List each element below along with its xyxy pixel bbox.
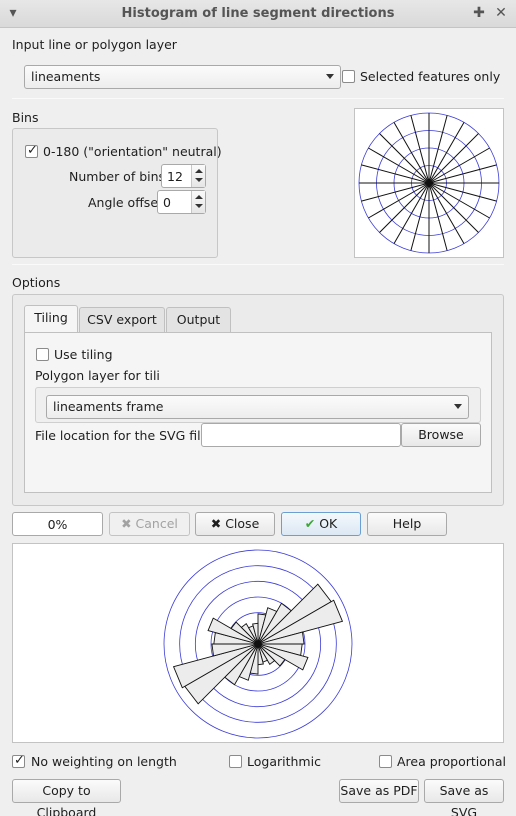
copy-label: Copy to Clipboard (36, 783, 97, 816)
save-svg-label: Save as SVG (439, 783, 489, 816)
cancel-label: Cancel (135, 516, 178, 531)
tab-label: Output (176, 312, 221, 327)
pin-icon[interactable]: ✚ (470, 4, 488, 22)
spin-buttons[interactable] (191, 191, 205, 213)
cancel-button[interactable]: ✖ Cancel (109, 512, 190, 536)
logarithmic-label: Logarithmic (247, 754, 321, 769)
check-icon: ✓ (27, 143, 38, 158)
use-tiling-checkbox[interactable] (36, 348, 49, 361)
rose-diagram-panel (12, 543, 504, 743)
tab-tiling[interactable]: Tiling (24, 305, 78, 333)
input-layer-combo[interactable]: lineaments (24, 65, 341, 89)
chevron-down-icon (326, 74, 334, 79)
tab-label: CSV export (87, 312, 157, 327)
save-svg-button[interactable]: Save as SVG (424, 779, 504, 816)
input-layer-value: lineaments (31, 69, 101, 84)
check-icon: ✔ (304, 516, 316, 531)
orientation-neutral-checkbox[interactable]: ✓ (25, 143, 38, 158)
rose-petals (172, 583, 344, 705)
preview-spoke (361, 164, 430, 184)
input-layer-label: Input line or polygon layer (12, 37, 177, 52)
check-icon: ✓ (14, 753, 25, 768)
close-icon[interactable]: ✕ (492, 4, 510, 22)
preview-spoke (428, 182, 497, 202)
options-label: Options (12, 275, 61, 290)
angle-offset-value: 0 (163, 195, 171, 210)
preview-spoke (361, 182, 430, 202)
num-bins-label: Number of bins: (69, 169, 170, 184)
preview-spoke (428, 164, 497, 184)
ok-button[interactable]: ✔ OK (281, 512, 361, 536)
orientation-neutral-label: 0-180 ("orientation" neutral) (43, 144, 222, 159)
num-bins-spinbox[interactable]: 12 (161, 164, 206, 188)
save-pdf-label: Save as PDF (340, 783, 418, 798)
polygon-layer-label: Polygon layer for tiling (35, 368, 160, 383)
close-label: Close (225, 516, 260, 531)
no-weighting-checkbox[interactable]: ✓ (12, 753, 25, 768)
rose-diagram-svg (163, 549, 353, 739)
bins-label: Bins (12, 110, 39, 125)
angle-offset-label: Angle offset (88, 195, 163, 210)
preview-spokes (359, 113, 499, 253)
preview-spoke (410, 182, 430, 251)
chevron-down-icon (454, 404, 462, 409)
ok-label: OK (319, 516, 338, 531)
area-proportional-label: Area proportional (397, 754, 506, 769)
browse-button[interactable]: Browse (401, 423, 481, 447)
copy-clipboard-button[interactable]: Copy to Clipboard (12, 779, 121, 816)
polygon-layer-value: lineaments frame (53, 399, 164, 414)
selected-features-checkbox[interactable] (342, 70, 355, 83)
svg-location-input[interactable] (201, 423, 401, 447)
save-pdf-button[interactable]: Save as PDF (339, 779, 419, 803)
num-bins-value: 12 (167, 169, 183, 184)
progress-bar: 0% (12, 512, 103, 536)
help-label: Help (392, 516, 422, 531)
preview-spoke (410, 115, 430, 184)
close-button[interactable]: ✖ Close (195, 512, 275, 536)
progress-text: 0% (47, 517, 68, 532)
tab-label: Tiling (34, 310, 68, 325)
cancel-icon: ✖ (121, 516, 132, 531)
no-weighting-label: No weighting on length (31, 754, 177, 769)
selected-features-label: Selected features only (360, 69, 501, 84)
tab-output[interactable]: Output (166, 307, 231, 333)
spin-buttons[interactable] (191, 165, 205, 187)
area-proportional-checkbox[interactable] (379, 755, 392, 768)
close-icon: ✖ (210, 516, 222, 531)
spin-up-icon[interactable] (195, 195, 203, 199)
use-tiling-label: Use tiling (54, 347, 113, 362)
svg-location-label: File location for the SVG files: (35, 428, 220, 443)
bin-preview (354, 108, 504, 258)
tab-csv-export[interactable]: CSV export (79, 307, 165, 333)
logarithmic-checkbox[interactable] (229, 755, 242, 768)
title-bar: ▾ Histogram of line segment directions ✚… (0, 0, 516, 28)
spin-down-icon[interactable] (195, 178, 203, 182)
bin-preview-svg (358, 112, 500, 254)
divider (12, 98, 504, 99)
help-button[interactable]: Help (367, 512, 447, 536)
polygon-layer-combo[interactable]: lineaments frame (46, 395, 469, 419)
spin-up-icon[interactable] (195, 169, 203, 173)
divider (12, 264, 504, 265)
angle-offset-spinbox[interactable]: 0 (157, 190, 206, 214)
preview-spoke (428, 115, 448, 184)
window-title: Histogram of line segment directions (121, 6, 395, 21)
browse-label: Browse (418, 427, 464, 442)
spin-down-icon[interactable] (195, 204, 203, 208)
preview-spoke (428, 182, 448, 251)
